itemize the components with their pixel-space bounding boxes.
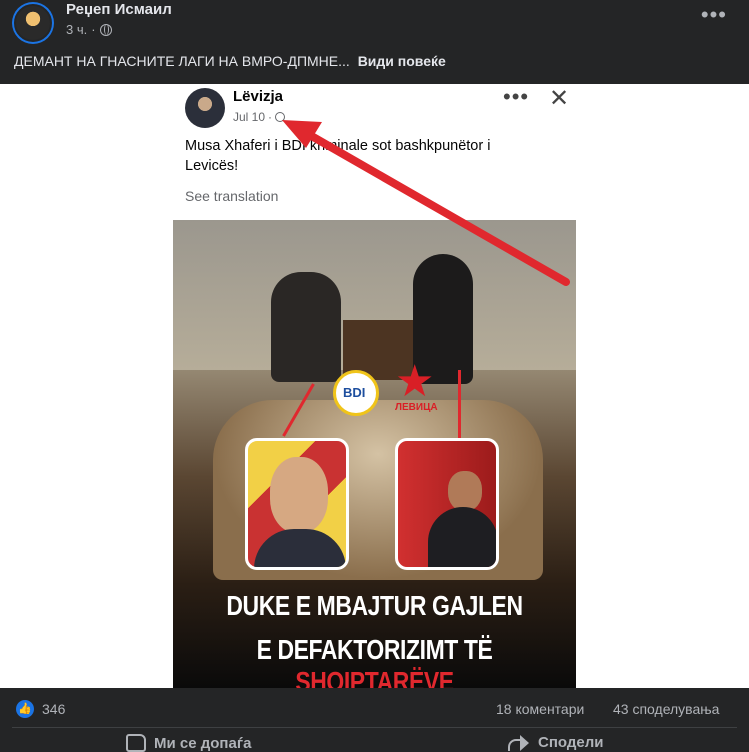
post-actions: Ми се допаѓа Сподели: [0, 728, 749, 752]
person-left: [271, 272, 341, 382]
post-meta: 3 ч. ·: [66, 22, 112, 37]
post-stats: 👍 346 18 коментари 43 споделувања: [0, 688, 749, 728]
share-icon: [508, 734, 530, 751]
like-reaction-icon[interactable]: 👍: [16, 700, 34, 718]
share-button[interactable]: Сподели: [508, 734, 603, 751]
image-headline-1: DUKE E MBAJTUR GAJLEN: [226, 590, 523, 621]
portrait-right: [395, 438, 499, 570]
post-time[interactable]: 3 ч.: [66, 22, 87, 37]
post-caption: ДЕМАНТ НА ГНАСНИТЕ ЛАГИ НА ВМРО-ДПМНЕ...…: [14, 53, 446, 69]
close-icon: ✕: [549, 85, 570, 112]
post-header: Реџеп Исмаил 3 ч. · •••: [0, 0, 749, 44]
see-more-link[interactable]: Види повеќе: [358, 53, 446, 69]
shared-page-name: Lëvizja: [233, 88, 284, 105]
reaction-count[interactable]: 346: [42, 701, 65, 717]
globe-icon: [275, 112, 286, 122]
levica-logo-label: ЛЕВИЦА: [395, 402, 438, 413]
like-button[interactable]: Ми се допаѓа: [126, 734, 251, 752]
author-avatar[interactable]: [12, 2, 54, 44]
shared-post-date: Jul 10 ·: [233, 110, 286, 124]
portrait-left: [245, 438, 349, 570]
image-headline-2: E DEFAKTORIZIMT TË SHQIPTARËVE: [256, 634, 493, 688]
shared-page-avatar: [185, 88, 225, 128]
more-options-icon: •••: [503, 84, 530, 109]
star-icon: ★: [395, 357, 435, 406]
comment-count[interactable]: 18 коментари: [496, 701, 584, 717]
bdi-logo: BDI: [333, 370, 379, 416]
share-count[interactable]: 43 споделувања: [613, 701, 719, 717]
globe-icon: [99, 23, 112, 36]
shared-image: BDI ★ ЛЕВИЦА DUKE E MBAJTUR GAJLEN E DEF…: [173, 220, 576, 688]
more-options-icon[interactable]: •••: [701, 4, 727, 26]
shared-post-text: Musa Xhaferi i BDI kriminale sot bashkpu…: [185, 138, 491, 174]
author-name[interactable]: Реџеп Исмаил: [66, 1, 172, 18]
caption-text: ДЕМАНТ НА ГНАСНИТЕ ЛАГИ НА ВМРО-ДПМНЕ...: [14, 53, 350, 69]
see-translation-text: See translation: [185, 188, 279, 204]
thumbs-up-icon: [126, 734, 146, 752]
